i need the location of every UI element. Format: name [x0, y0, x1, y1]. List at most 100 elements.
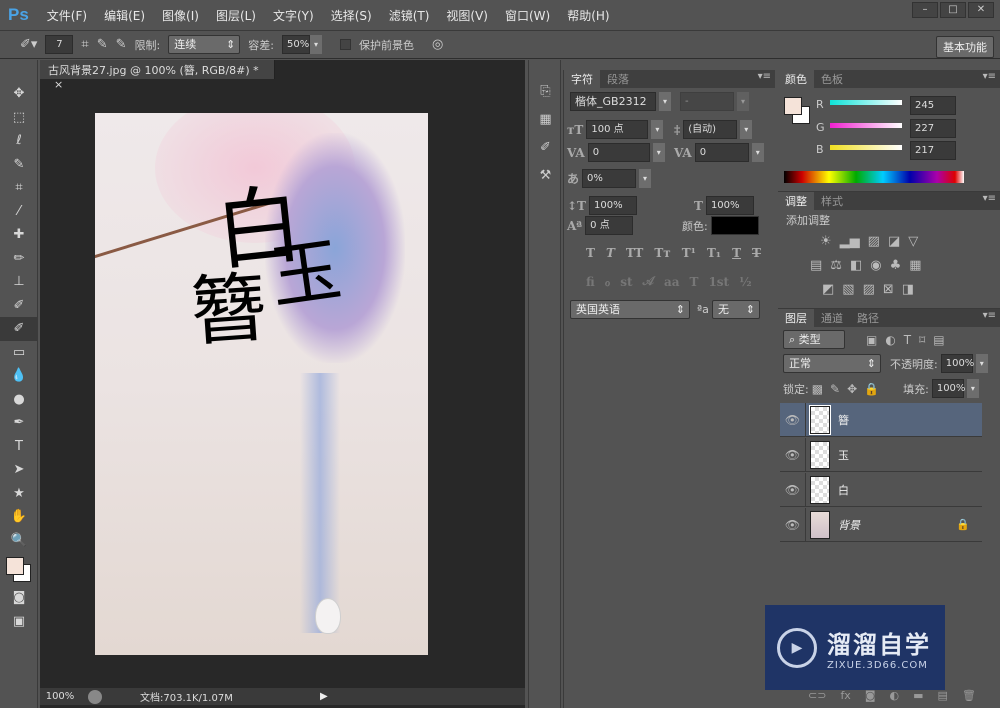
tab-color[interactable]: 颜色 — [778, 70, 814, 88]
menu-layer[interactable]: 图层(L) — [216, 7, 256, 24]
menu-select[interactable]: 选择(S) — [331, 7, 372, 24]
menu-filter[interactable]: 滤镜(T) — [389, 7, 430, 24]
screen-mode-icon[interactable]: ▣ — [0, 610, 38, 634]
horizontal-scale-input[interactable]: 100% — [705, 196, 754, 215]
panel-menu-icon[interactable]: ▾≡ — [983, 310, 996, 321]
font-size-dropdown[interactable]: ▾ — [651, 120, 664, 139]
underline-button[interactable]: T — [732, 246, 741, 260]
crop-tool-icon[interactable]: ⌗ — [0, 176, 38, 200]
black-white-icon[interactable]: ◧ — [850, 258, 862, 273]
tab-layers[interactable]: 图层 — [778, 309, 814, 327]
lock-icons[interactable]: ▩✎✥🔒 — [812, 382, 886, 396]
new-layer-icon[interactable]: ▤ — [938, 689, 948, 702]
tracking-input[interactable]: 0 — [694, 143, 749, 162]
vibrance-icon[interactable]: ▽ — [908, 234, 918, 249]
limit-select[interactable]: 连续 ⇕ — [168, 35, 241, 54]
subscript-button[interactable]: T₁ — [707, 246, 721, 260]
blue-input[interactable]: 217 — [910, 141, 956, 160]
ordinals-button[interactable]: 1st — [708, 275, 729, 289]
kerning-dropdown[interactable]: ▾ — [652, 143, 665, 162]
stylistic-alternates-button[interactable]: aa — [664, 275, 680, 289]
opacity-dropdown[interactable]: ▾ — [975, 354, 988, 373]
kerning-input[interactable]: 0 — [587, 143, 650, 162]
fill-dropdown[interactable]: ▾ — [966, 379, 979, 398]
visibility-eye-icon[interactable]: 👁 — [780, 402, 806, 437]
superscript-button[interactable]: T¹ — [682, 246, 696, 260]
red-slider[interactable] — [830, 100, 902, 105]
quick-mask-icon[interactable]: ◙ — [0, 586, 38, 610]
brush-tool-icon[interactable]: ✏ — [0, 247, 38, 271]
hue-saturation-icon[interactable]: ▤ — [810, 258, 822, 273]
panel-menu-icon[interactable]: ▾≡ — [983, 71, 996, 82]
lasso-tool-icon[interactable]: ℓ — [0, 129, 38, 153]
hand-tool-icon[interactable]: ✋ — [0, 505, 38, 529]
strikethrough-button[interactable]: T — [752, 246, 761, 260]
dodge-tool-icon[interactable]: ● — [0, 388, 38, 412]
faux-bold-button[interactable]: T — [586, 246, 595, 260]
healing-tool-icon[interactable]: ✚ — [0, 223, 38, 247]
tab-character[interactable]: 字符 — [564, 70, 600, 88]
font-family-input[interactable]: 楷体_GB2312 — [570, 92, 656, 111]
shape-tool-icon[interactable]: ★ — [0, 482, 38, 506]
faux-italic-button[interactable]: T — [606, 246, 615, 260]
brush-panel-icon[interactable]: ✐ — [529, 134, 562, 162]
font-size-input[interactable]: 100 点 — [586, 120, 649, 139]
baseline-shift-input[interactable]: 0 点 — [585, 216, 634, 235]
link-layers-icon[interactable]: ⊂⊃ — [808, 689, 826, 702]
text-color-swatch[interactable] — [710, 216, 759, 235]
delete-layer-icon[interactable]: 🗑 — [962, 689, 976, 702]
discretionary-ligatures-button[interactable]: ℴ — [605, 275, 611, 289]
fill-input[interactable]: 100% — [931, 379, 965, 398]
visibility-eye-icon[interactable]: 👁 — [780, 472, 806, 507]
tab-swatches[interactable]: 色板 — [814, 70, 850, 88]
selective-color-icon[interactable]: ⊠ — [883, 282, 894, 297]
adjustment-layer-icon[interactable]: ◐ — [890, 689, 900, 702]
tracking-dropdown[interactable]: ▾ — [751, 143, 764, 162]
font-style-dropdown[interactable]: ▾ — [737, 92, 749, 111]
small-caps-button[interactable]: Tт — [654, 246, 670, 260]
pressure-icon[interactable]: ◎ — [432, 37, 443, 52]
layer-row-bai[interactable]: 👁 白 — [780, 472, 982, 507]
language-select[interactable]: 英国英语 ⇕ — [570, 300, 690, 319]
foreground-color-chip[interactable] — [784, 97, 802, 115]
add-mask-icon[interactable]: ◙ — [865, 689, 876, 702]
layer-filter-icons[interactable]: ▣◐T⌑▤ — [866, 333, 953, 347]
history-panel-icon[interactable]: ⎘ — [529, 78, 562, 106]
sampling-once-icon[interactable]: ✎ — [97, 37, 108, 52]
menu-image[interactable]: 图像(I) — [162, 7, 199, 24]
menu-type[interactable]: 文字(Y) — [273, 7, 314, 24]
visibility-eye-icon[interactable]: 👁 — [780, 507, 806, 542]
color-ramp[interactable] — [784, 171, 964, 183]
path-select-tool-icon[interactable]: ➤ — [0, 458, 38, 482]
invert-icon[interactable]: ◩ — [822, 282, 834, 297]
opacity-input[interactable]: 100% — [940, 354, 974, 373]
curves-icon[interactable]: ▨ — [868, 234, 880, 249]
fx-icon[interactable]: fx — [840, 689, 850, 702]
tolerance-input[interactable]: 50% — [282, 35, 310, 54]
new-group-icon[interactable]: ▬ — [913, 689, 923, 702]
type-tool-icon[interactable]: T — [0, 435, 38, 459]
threshold-icon[interactable]: ▨ — [863, 282, 875, 297]
brush-size-picker[interactable]: 7 — [45, 35, 74, 54]
brightness-icon[interactable]: ☀ — [820, 234, 832, 249]
stamp-tool-icon[interactable]: ⊥ — [0, 270, 38, 294]
document-tab[interactable]: 古风背景27.jpg @ 100% (簪, RGB/8#) * × — [40, 60, 275, 91]
all-caps-button[interactable]: TT — [626, 246, 643, 260]
maximize-button[interactable]: □ — [940, 2, 966, 18]
layer-row-yu[interactable]: 👁 玉 — [780, 437, 982, 472]
brush-presets-icon[interactable]: ⚒ — [529, 162, 562, 190]
menu-view[interactable]: 视图(V) — [446, 7, 488, 24]
posterize-icon[interactable]: ▧ — [842, 282, 854, 297]
tab-channels[interactable]: 通道 — [814, 309, 850, 327]
vertical-scale-input[interactable]: 100% — [588, 196, 637, 215]
fractions-button[interactable]: ½ — [739, 275, 752, 289]
green-slider[interactable] — [830, 123, 902, 128]
pen-tool-icon[interactable]: ✒ — [0, 411, 38, 435]
exposure-icon[interactable]: ◪ — [888, 234, 900, 249]
eraser-tool-icon[interactable]: ✐ — [0, 317, 38, 341]
blue-slider[interactable] — [830, 145, 902, 150]
green-input[interactable]: 227 — [910, 119, 956, 138]
layer-row-background[interactable]: 👁 背景 🔒 — [780, 507, 982, 542]
zoom-level[interactable]: 100% — [40, 691, 80, 702]
layer-filter-select[interactable]: ⌕ 类型 — [783, 330, 845, 349]
